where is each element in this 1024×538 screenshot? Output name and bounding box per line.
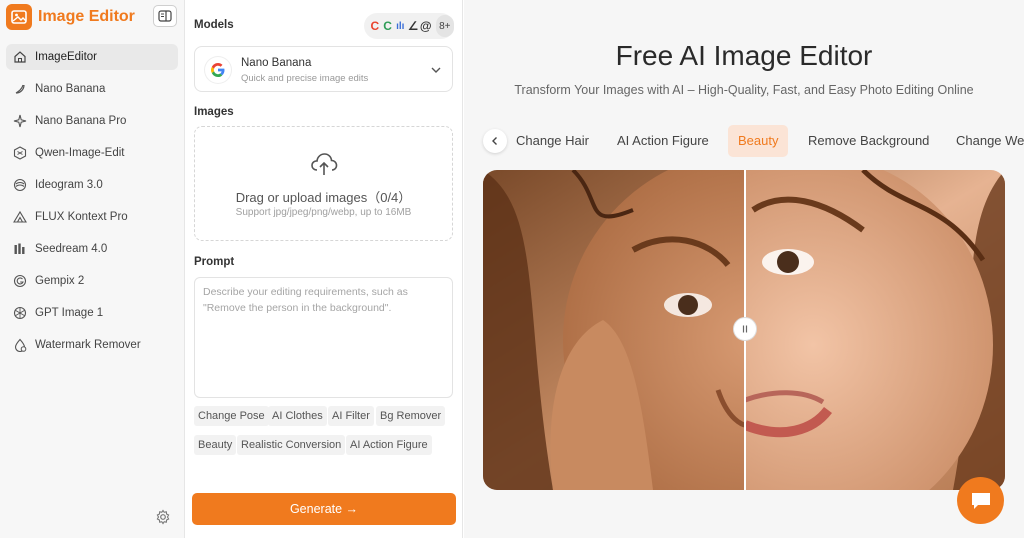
sidebar-item-flux-kontext-pro[interactable]: FLUX Kontext Pro: [6, 204, 178, 230]
sidebar-item-label: Nano Banana: [35, 83, 106, 95]
page-subtitle: Transform Your Images with AI – High-Qua…: [514, 83, 974, 97]
editor-panel: Models C C ılı ∠ @ 8+ Nano Banana Quick …: [186, 0, 463, 538]
chat-icon: [971, 492, 990, 509]
ideogram-icon: [12, 177, 28, 193]
sidebar-item-label: Seedream 4.0: [35, 243, 108, 255]
model-logo-icon: C: [370, 19, 380, 33]
chat-support-button[interactable]: [957, 477, 1004, 524]
main-area: Free AI Image Editor Transform Your Imag…: [464, 0, 1024, 538]
sidebar-item-imageeditor[interactable]: ImageEditor: [6, 44, 178, 70]
sidebar-item-label: ImageEditor: [35, 51, 98, 63]
flux-icon: [12, 209, 28, 225]
chip-realistic-conversion[interactable]: Realistic Conversion: [237, 435, 346, 455]
sidebar-item-label: FLUX Kontext Pro: [35, 211, 128, 223]
chip-change-pose[interactable]: Change Pose: [194, 406, 269, 426]
google-icon: [205, 57, 231, 83]
banana-icon: [12, 81, 28, 97]
ideogram-icon: @: [419, 19, 432, 33]
bars-icon: ılı: [396, 20, 405, 32]
model-logo-icon: C: [383, 19, 392, 33]
chip-ai-clothes[interactable]: AI Clothes: [268, 406, 327, 426]
home-icon: [12, 49, 28, 65]
brand[interactable]: Image Editor: [6, 4, 135, 30]
model-select[interactable]: Nano Banana Quick and precise image edit…: [194, 46, 453, 92]
tab-change-hair[interactable]: Change Hair: [506, 125, 599, 157]
sidebar-item-nano-banana[interactable]: Nano Banana: [6, 76, 178, 102]
tab-ai-action-figure[interactable]: AI Action Figure: [607, 125, 719, 157]
sidebar-item-seedream[interactable]: Seedream 4.0: [6, 236, 178, 262]
sidebar-item-label: Qwen-Image-Edit: [35, 147, 125, 159]
openai-icon: [12, 305, 28, 321]
tab-remove-background[interactable]: Remove Background: [798, 125, 939, 157]
settings-button[interactable]: [155, 509, 171, 525]
gear-icon: [156, 509, 170, 525]
sidebar: Image Editor ImageEditor Nano Banana Nan…: [0, 0, 185, 538]
sidebar-item-watermark-remover[interactable]: Watermark Remover: [6, 332, 178, 358]
sidebar-item-label: Gempix 2: [35, 275, 85, 287]
sidebar-item-nano-banana-pro[interactable]: Nano Banana Pro: [6, 108, 178, 134]
images-heading: Images: [194, 106, 234, 118]
tab-change-weather[interactable]: Change Wea: [946, 125, 1024, 157]
models-heading: Models: [194, 19, 234, 31]
sidebar-item-qwen-image-edit[interactable]: Qwen-Image-Edit: [6, 140, 178, 166]
drag-handle-icon: [742, 325, 748, 333]
model-icons-group[interactable]: C C ılı ∠ @ 8+: [364, 13, 454, 39]
sidebar-item-label: Nano Banana Pro: [35, 115, 127, 127]
sparkle-icon: [12, 113, 28, 129]
sidebar-item-label: GPT Image 1: [35, 307, 104, 319]
bars-icon: [12, 241, 28, 257]
selected-model-name: Nano Banana: [241, 57, 312, 69]
upload-hint: Support jpg/jpeg/png/webp, up to 16MB: [235, 207, 412, 218]
chip-bg-remover[interactable]: Bg Remover: [376, 406, 446, 426]
before-after-comparison[interactable]: [483, 170, 1005, 490]
brand-name: Image Editor: [38, 8, 135, 25]
gempix-icon: [12, 273, 28, 289]
comparison-slider-handle[interactable]: [733, 317, 757, 341]
sidebar-item-gempix[interactable]: Gempix 2: [6, 268, 178, 294]
sidebar-item-label: Watermark Remover: [35, 339, 141, 351]
chip-beauty[interactable]: Beauty: [194, 435, 237, 455]
generate-button[interactable]: Generate →: [192, 493, 456, 525]
watermark-icon: [12, 337, 28, 353]
cloud-upload-icon: [311, 153, 338, 175]
more-models-badge[interactable]: 8+: [435, 15, 454, 37]
image-editor-logo-icon: [6, 4, 32, 30]
prompt-placeholder: Describe your editing requirements, such…: [203, 286, 408, 314]
sidebar-item-ideogram[interactable]: Ideogram 3.0: [6, 172, 178, 198]
tab-beauty[interactable]: Beauty: [728, 125, 789, 157]
sidebar-collapse-button[interactable]: [153, 5, 177, 27]
chip-ai-filter[interactable]: AI Filter: [328, 406, 374, 426]
sidebar-nav: ImageEditor Nano Banana Nano Banana Pro …: [6, 44, 178, 364]
page-title: Free AI Image Editor: [615, 40, 873, 71]
upload-text: Drag or upload images（0/4）: [235, 190, 412, 205]
sidebar-toggle-icon: [158, 10, 172, 22]
chevron-left-icon: [492, 137, 497, 145]
selected-model-description: Quick and precise image edits: [241, 73, 369, 84]
chip-ai-action-figure[interactable]: AI Action Figure: [346, 435, 432, 455]
sidebar-item-gpt-image[interactable]: GPT Image 1: [6, 300, 178, 326]
prompt-input[interactable]: Describe your editing requirements, such…: [194, 277, 453, 398]
sidebar-item-label: Ideogram 3.0: [35, 179, 103, 191]
image-upload-dropzone[interactable]: Drag or upload images（0/4） Support jpg/j…: [194, 126, 453, 241]
tabs-prev-button[interactable]: [483, 129, 507, 153]
prompt-heading: Prompt: [194, 256, 235, 268]
qwen-icon: [12, 145, 28, 161]
flux-icon: ∠: [407, 19, 419, 33]
chevron-down-icon: [431, 67, 441, 73]
